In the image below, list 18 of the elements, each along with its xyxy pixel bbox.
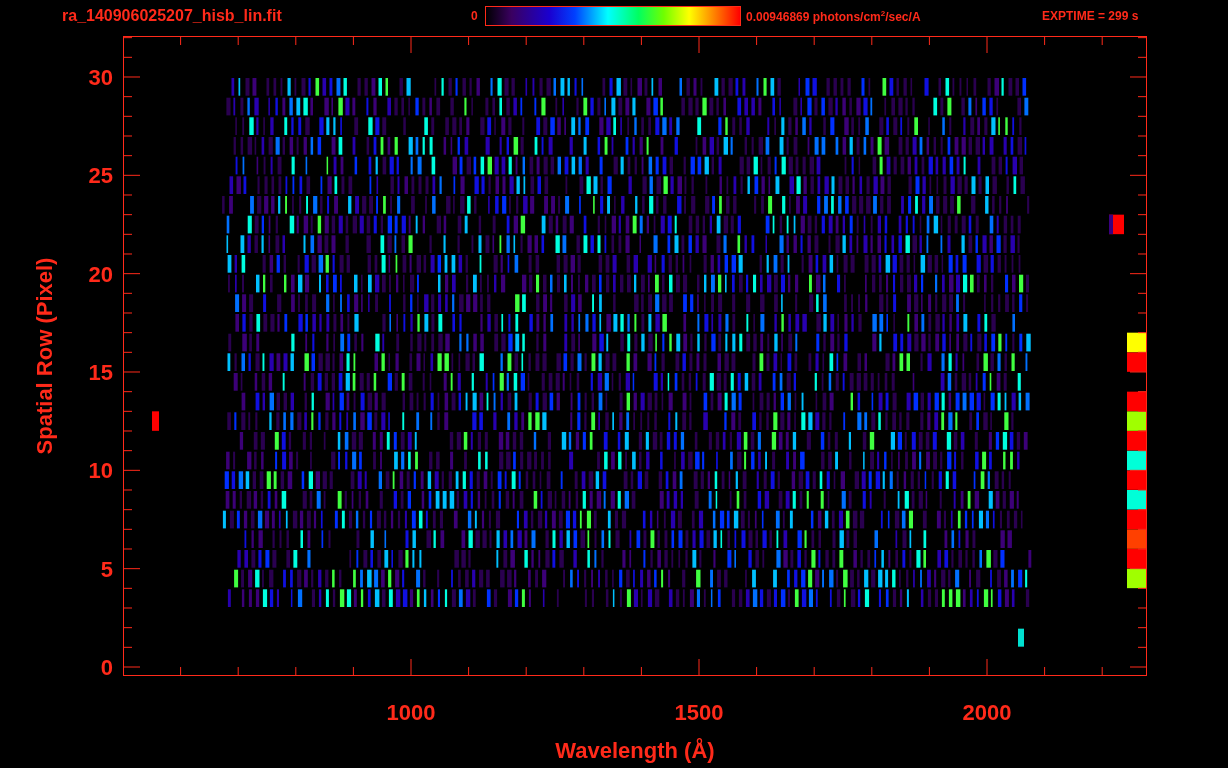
colorbar-max-label: 0.00946869 photons/cm$^{2}$/sec/A: [746, 8, 922, 24]
y-tick-label: 25: [88, 163, 113, 189]
plot-filename: ra_140906025207_hisb_lin.fit: [62, 7, 283, 25]
x-tick-label: 1000: [386, 700, 436, 725]
y-tick-label: 5: [100, 556, 113, 582]
hot-pixel: [152, 411, 159, 431]
x-tick-label: 1500: [674, 700, 724, 725]
x-axis-label: Wavelength (Å): [555, 738, 715, 763]
y-axis-label: Spatial Row (Pixel): [32, 257, 57, 455]
colorbar-min-label: 0: [471, 9, 479, 23]
hot-pixel: [1109, 214, 1124, 235]
y-tick-label: 20: [88, 261, 113, 287]
x-tick-label: 2000: [962, 700, 1012, 725]
y-tick-label: 10: [88, 458, 113, 484]
y-tick-label: 0: [100, 655, 113, 680]
exposure-time: EXPTIME = 299 s: [1042, 9, 1139, 23]
y-tick-label: 30: [88, 65, 113, 90]
y-tick-label: 15: [88, 360, 113, 385]
